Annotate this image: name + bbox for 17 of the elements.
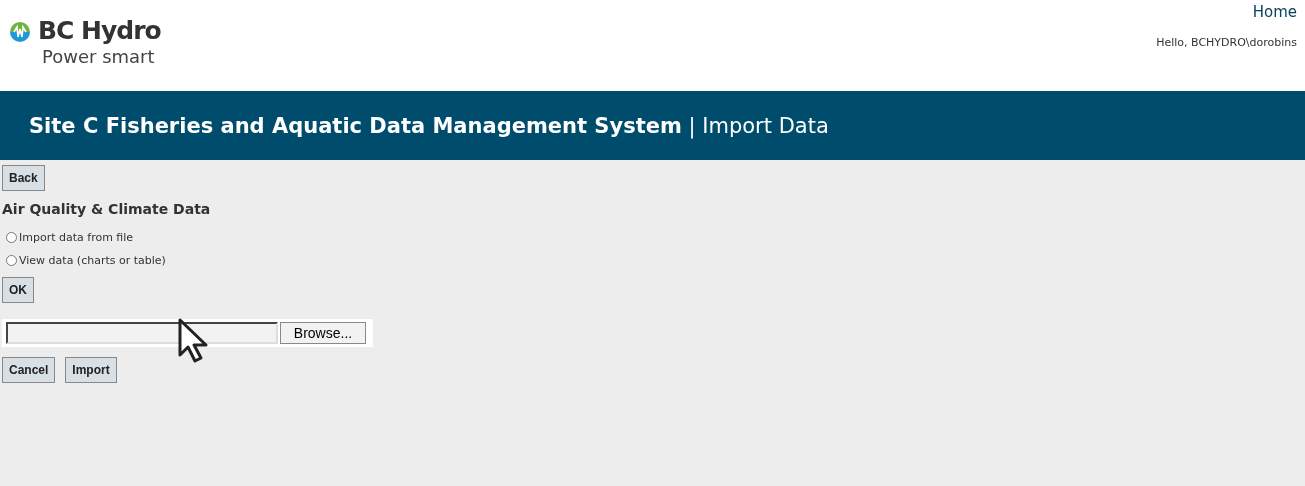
brand-tagline: Power smart <box>41 46 156 68</box>
back-button[interactable]: Back <box>2 165 45 191</box>
home-link[interactable]: Home <box>1252 2 1297 22</box>
user-greeting: Hello, BCHYDRO\dorobins <box>1156 36 1297 49</box>
logo-icon <box>8 20 32 44</box>
file-path-field[interactable] <box>6 322 278 344</box>
ok-button[interactable]: OK <box>2 277 34 303</box>
radio-button[interactable] <box>6 232 17 243</box>
action-button[interactable]: Cancel <box>2 357 56 383</box>
option-label[interactable]: Import data from file <box>19 231 134 244</box>
section-title: Air Quality & Climate Data <box>2 201 211 217</box>
brand-name: BC Hydro <box>38 16 161 46</box>
radio-button[interactable] <box>6 255 17 266</box>
browse-button[interactable]: Browse... <box>280 322 366 344</box>
option-label[interactable]: View data (charts or table) <box>19 254 166 267</box>
page-title: Site C Fisheries and Aquatic Data Management System | Import Data <box>29 113 829 138</box>
action-button[interactable]: Import <box>65 357 117 383</box>
